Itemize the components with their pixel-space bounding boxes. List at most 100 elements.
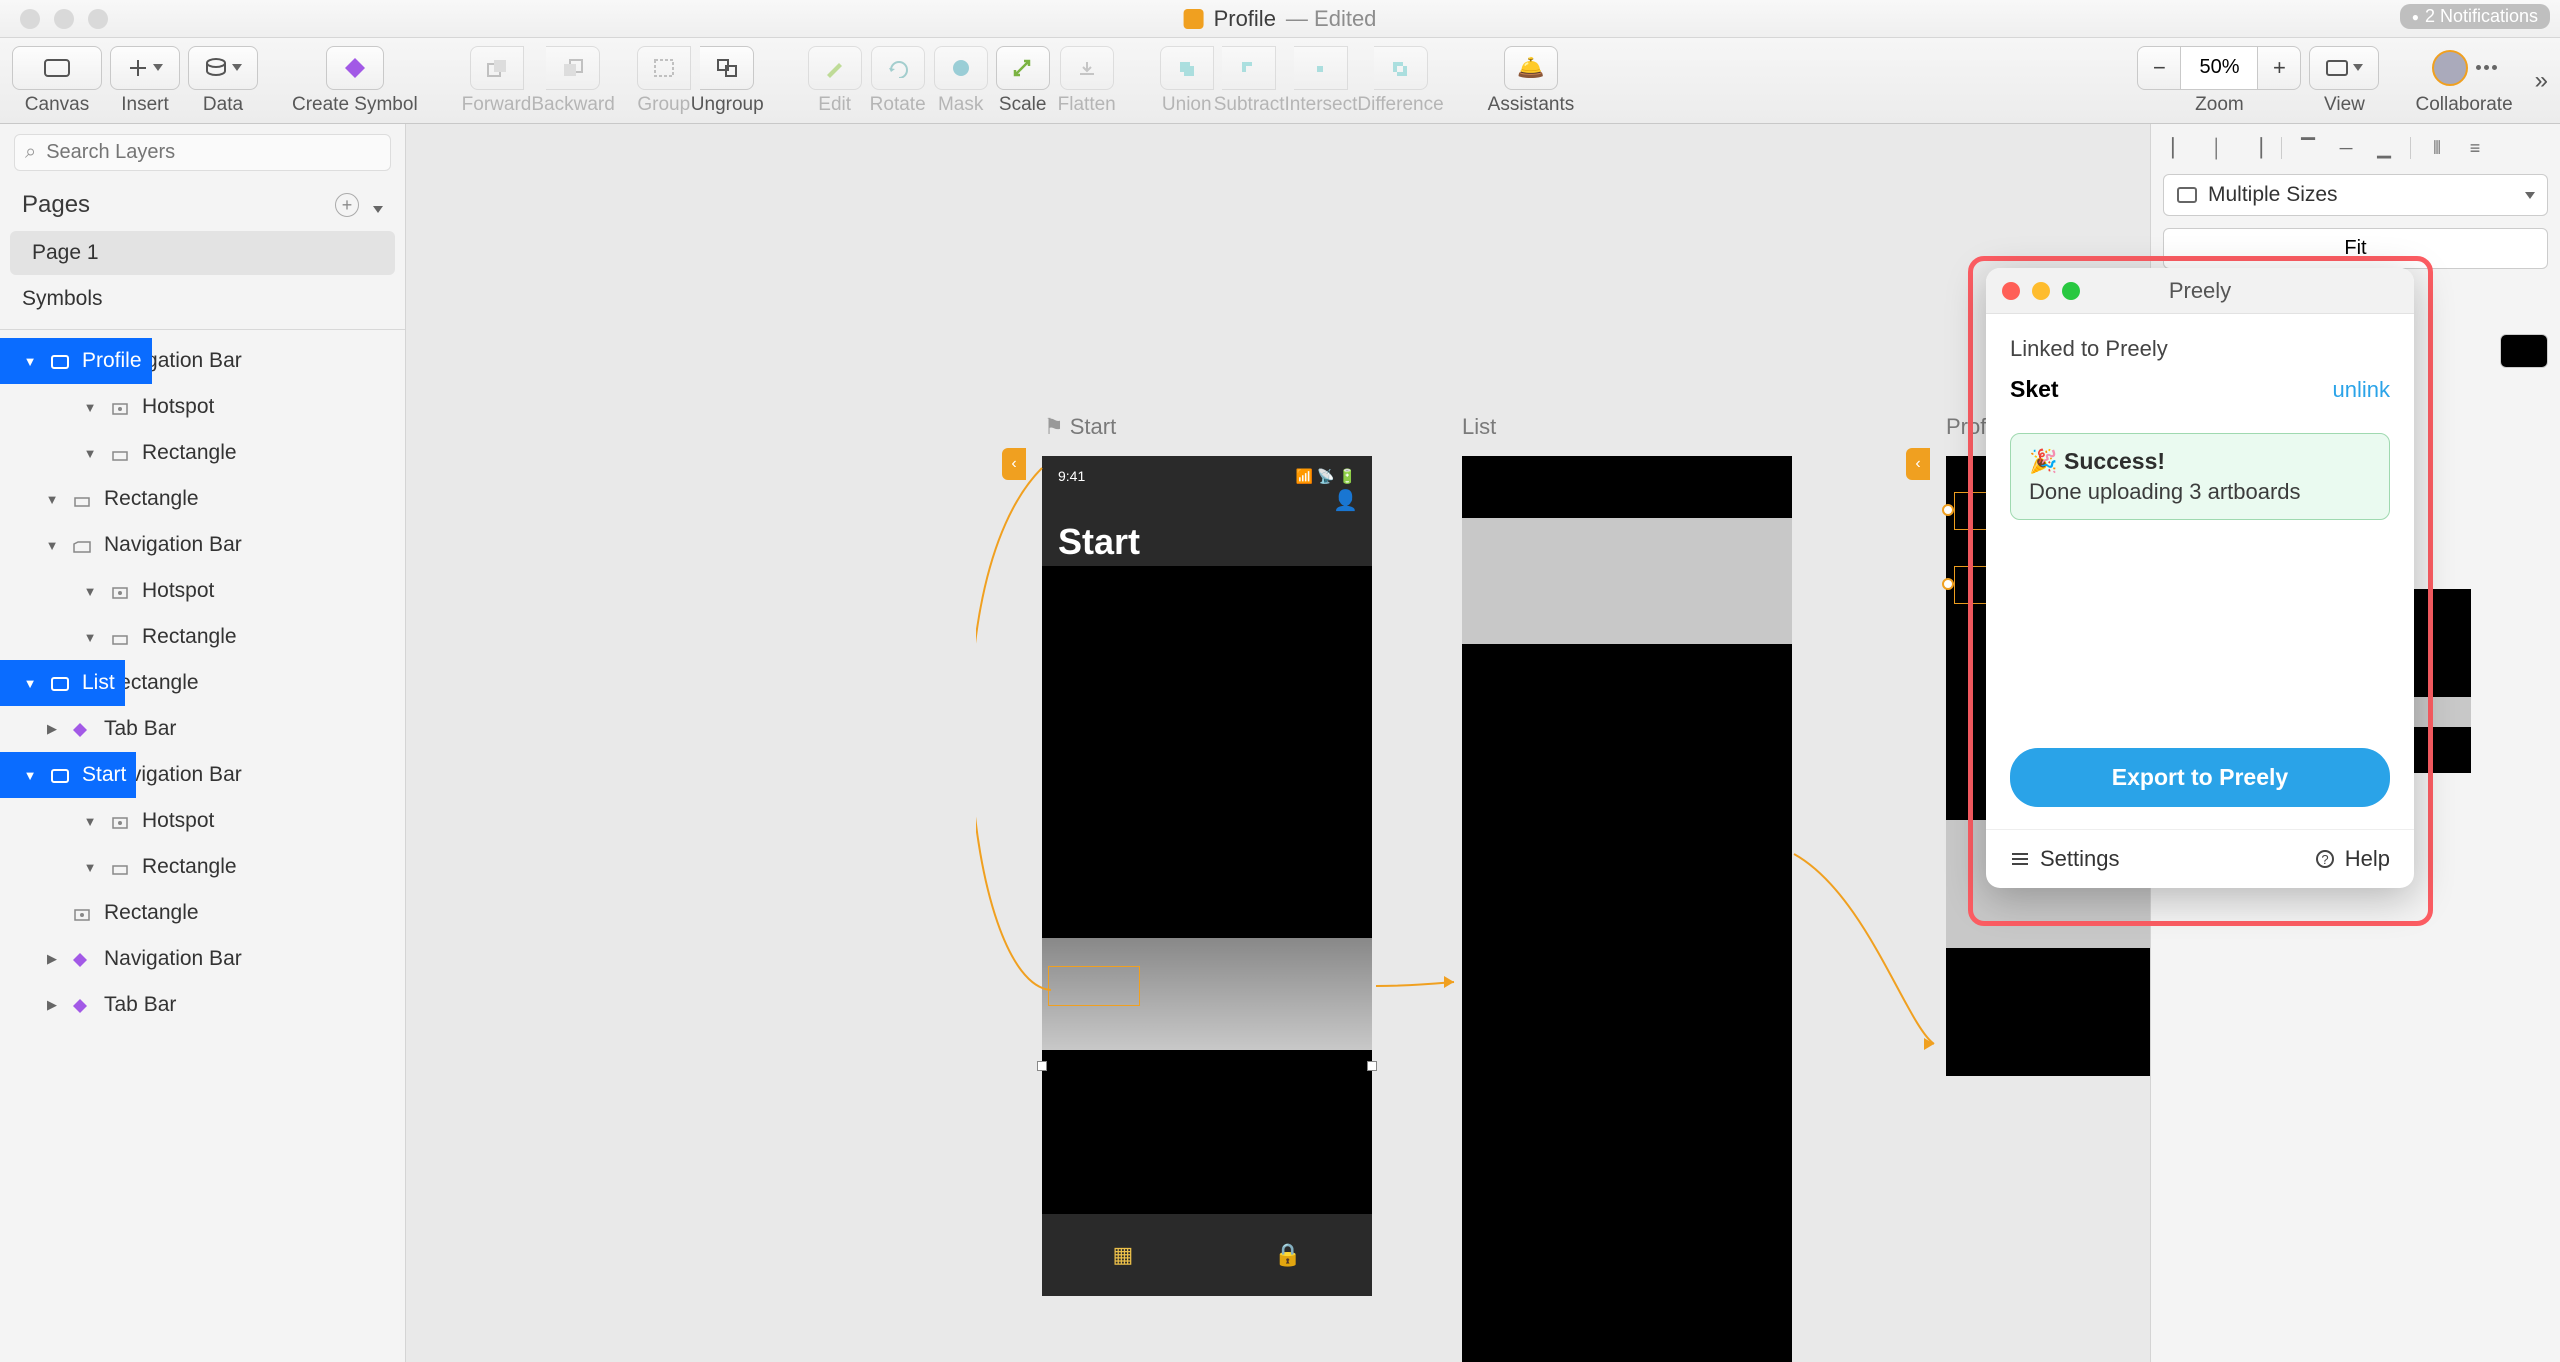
align-controls: ▏ │ ▕ ▔ ─ ▁ ⫴ ≡ [2163, 134, 2548, 162]
project-name: Sket [2010, 376, 2059, 403]
align-center-v-icon[interactable]: ─ [2330, 134, 2362, 162]
more-icon[interactable] [2476, 65, 2497, 70]
selection-handle[interactable] [1367, 1061, 1377, 1071]
status-icons: 📶 📡 🔋 [1296, 468, 1356, 485]
difference-tool: Difference [1357, 46, 1443, 116]
close-window-icon[interactable] [20, 9, 40, 29]
expand-icon[interactable]: » [2535, 67, 2548, 95]
svg-text:?: ? [2321, 852, 2328, 867]
page-item[interactable]: Page 1 [10, 231, 395, 275]
layer-name: Rectangle [142, 855, 237, 879]
layer-row-hotspot[interactable]: ▼Hotspot [0, 798, 405, 844]
pencil-icon [824, 58, 846, 78]
align-top-icon[interactable]: ▔ [2292, 134, 2324, 162]
layer-row-hotspot[interactable]: Rectangle [0, 890, 405, 936]
traffic-lights [20, 9, 108, 29]
background-color-swatch[interactable] [2500, 334, 2548, 368]
scale-tool[interactable]: Scale [996, 46, 1050, 116]
avatar-icon[interactable] [2432, 50, 2468, 86]
tab-lock-icon: 🔒 [1274, 1242, 1301, 1268]
artboard-list[interactable]: ▦ 🔒 [1462, 456, 1792, 1362]
layer-row-artboard[interactable]: ▼Profile [0, 338, 152, 384]
add-page-icon[interactable]: + [335, 193, 359, 217]
distribute-v-icon[interactable]: ≡ [2459, 134, 2491, 162]
layer-row-rect[interactable]: ▼Rectangle [0, 844, 405, 890]
plugin-fullscreen-icon[interactable] [2062, 282, 2080, 300]
rect-icon [110, 628, 132, 646]
selection-handle[interactable] [1037, 1061, 1047, 1071]
align-right-icon[interactable]: ▕ [2239, 134, 2271, 162]
plugin-traffic-lights [2002, 282, 2080, 300]
layer-row-artboard[interactable]: ▼List [0, 660, 125, 706]
layer-row-symbol[interactable]: ▶Tab Bar [0, 706, 405, 752]
layer-row-hotspot[interactable]: ▼Hotspot [0, 568, 405, 614]
plugin-titlebar[interactable]: Preely [1986, 268, 2414, 314]
search-layers-input[interactable] [46, 141, 380, 164]
layer-row-hotspot[interactable]: ▼Hotspot [0, 384, 405, 430]
success-message: 🎉 Success! Done uploading 3 artboards [2010, 433, 2390, 520]
layer-name: Rectangle [104, 901, 199, 925]
layer-row-rect[interactable]: ▼Rectangle [0, 430, 405, 476]
view-tool[interactable]: View [2309, 46, 2379, 116]
rotate-icon [887, 58, 909, 78]
align-left-icon[interactable]: ▏ [2163, 134, 2195, 162]
plugin-close-icon[interactable] [2002, 282, 2020, 300]
align-bottom-icon[interactable]: ▁ [2368, 134, 2400, 162]
layer-tree: ▼Profile▼Navigation Bar▼Hotspot▼Rectangl… [0, 338, 405, 1028]
assistants-tool[interactable]: 🛎️Assistants [1488, 46, 1575, 116]
rect-icon [110, 444, 132, 462]
page-item[interactable]: Symbols [0, 277, 405, 321]
canvas[interactable]: ⚑Start ‹ 9:41📶 📡 🔋 👤 Start ▦ 🔒 List [406, 124, 2150, 1362]
layer-row-artboard[interactable]: ▼Start [0, 752, 136, 798]
layer-row-group[interactable]: ▼Navigation Bar [0, 522, 405, 568]
fullscreen-window-icon[interactable] [88, 9, 108, 29]
plugin-settings-button[interactable]: Settings [2010, 846, 2120, 872]
data-tool[interactable]: Data [188, 46, 258, 116]
distribute-h-icon[interactable]: ⫴ [2421, 134, 2453, 162]
size-preset-dropdown[interactable]: Multiple Sizes [2163, 174, 2548, 216]
layer-row-symbol[interactable]: ▶Navigation Bar [0, 936, 405, 982]
forward-tool: Forward [462, 46, 532, 116]
canvas-tool[interactable]: Canvas [12, 46, 102, 116]
plugin-help-button[interactable]: ? Help [2315, 846, 2390, 872]
layer-name: List [82, 671, 115, 695]
notifications-badge[interactable]: 2 Notifications [2400, 4, 2550, 29]
zoom-control[interactable]: − 50% + Zoom [2137, 46, 2301, 116]
pages-chevron-icon[interactable] [373, 206, 383, 213]
start-heading: Start [1058, 521, 1356, 563]
bell-icon: 🛎️ [1517, 55, 1544, 81]
zoom-in-button[interactable]: + [2257, 46, 2301, 90]
backward-icon [562, 58, 584, 78]
insert-tool[interactable]: Insert [110, 46, 180, 116]
title-text: Profile [1214, 6, 1276, 32]
layer-name: Hotspot [142, 395, 214, 419]
artboard-start[interactable]: 9:41📶 📡 🔋 👤 Start ▦ 🔒 [1042, 456, 1372, 1296]
create-symbol-tool[interactable]: Create Symbol [292, 46, 418, 116]
artboard-label[interactable]: List [1462, 414, 1496, 440]
plugin-minimize-icon[interactable] [2032, 282, 2050, 300]
zoom-value[interactable]: 50% [2181, 46, 2257, 90]
back-arrow-icon[interactable]: ‹ [1002, 448, 1026, 480]
hamburger-icon [2010, 851, 2030, 867]
export-to-preely-button[interactable]: Export to Preely [2010, 748, 2390, 807]
artboard-label[interactable]: ⚑Start [1044, 414, 1116, 440]
intersect-icon [1309, 58, 1331, 78]
layer-row-rect[interactable]: ▼Rectangle [0, 476, 405, 522]
tab-home-icon-active: ▦ [1112, 1242, 1133, 1268]
unlink-button[interactable]: unlink [2333, 377, 2390, 403]
search-layers[interactable]: ⌕ [14, 134, 391, 171]
layer-row-symbol[interactable]: ▶Tab Bar [0, 982, 405, 1028]
preely-plugin-window[interactable]: Preely Linked to Preely Sket unlink 🎉 Su… [1986, 268, 2414, 888]
layer-name: Hotspot [142, 809, 214, 833]
minimize-window-icon[interactable] [54, 9, 74, 29]
back-arrow-icon[interactable]: ‹ [1906, 448, 1930, 480]
ungroup-tool[interactable]: Ungroup [691, 46, 764, 116]
subtract-icon [1238, 58, 1260, 78]
union-tool: Union [1160, 46, 1214, 116]
mask-icon [950, 58, 972, 78]
layer-row-rect[interactable]: ▼Rectangle [0, 614, 405, 660]
zoom-out-button[interactable]: − [2137, 46, 2181, 90]
insert-icon [127, 57, 149, 79]
collaborate-tool[interactable]: Collaborate [2415, 46, 2512, 116]
align-center-h-icon[interactable]: │ [2201, 134, 2233, 162]
